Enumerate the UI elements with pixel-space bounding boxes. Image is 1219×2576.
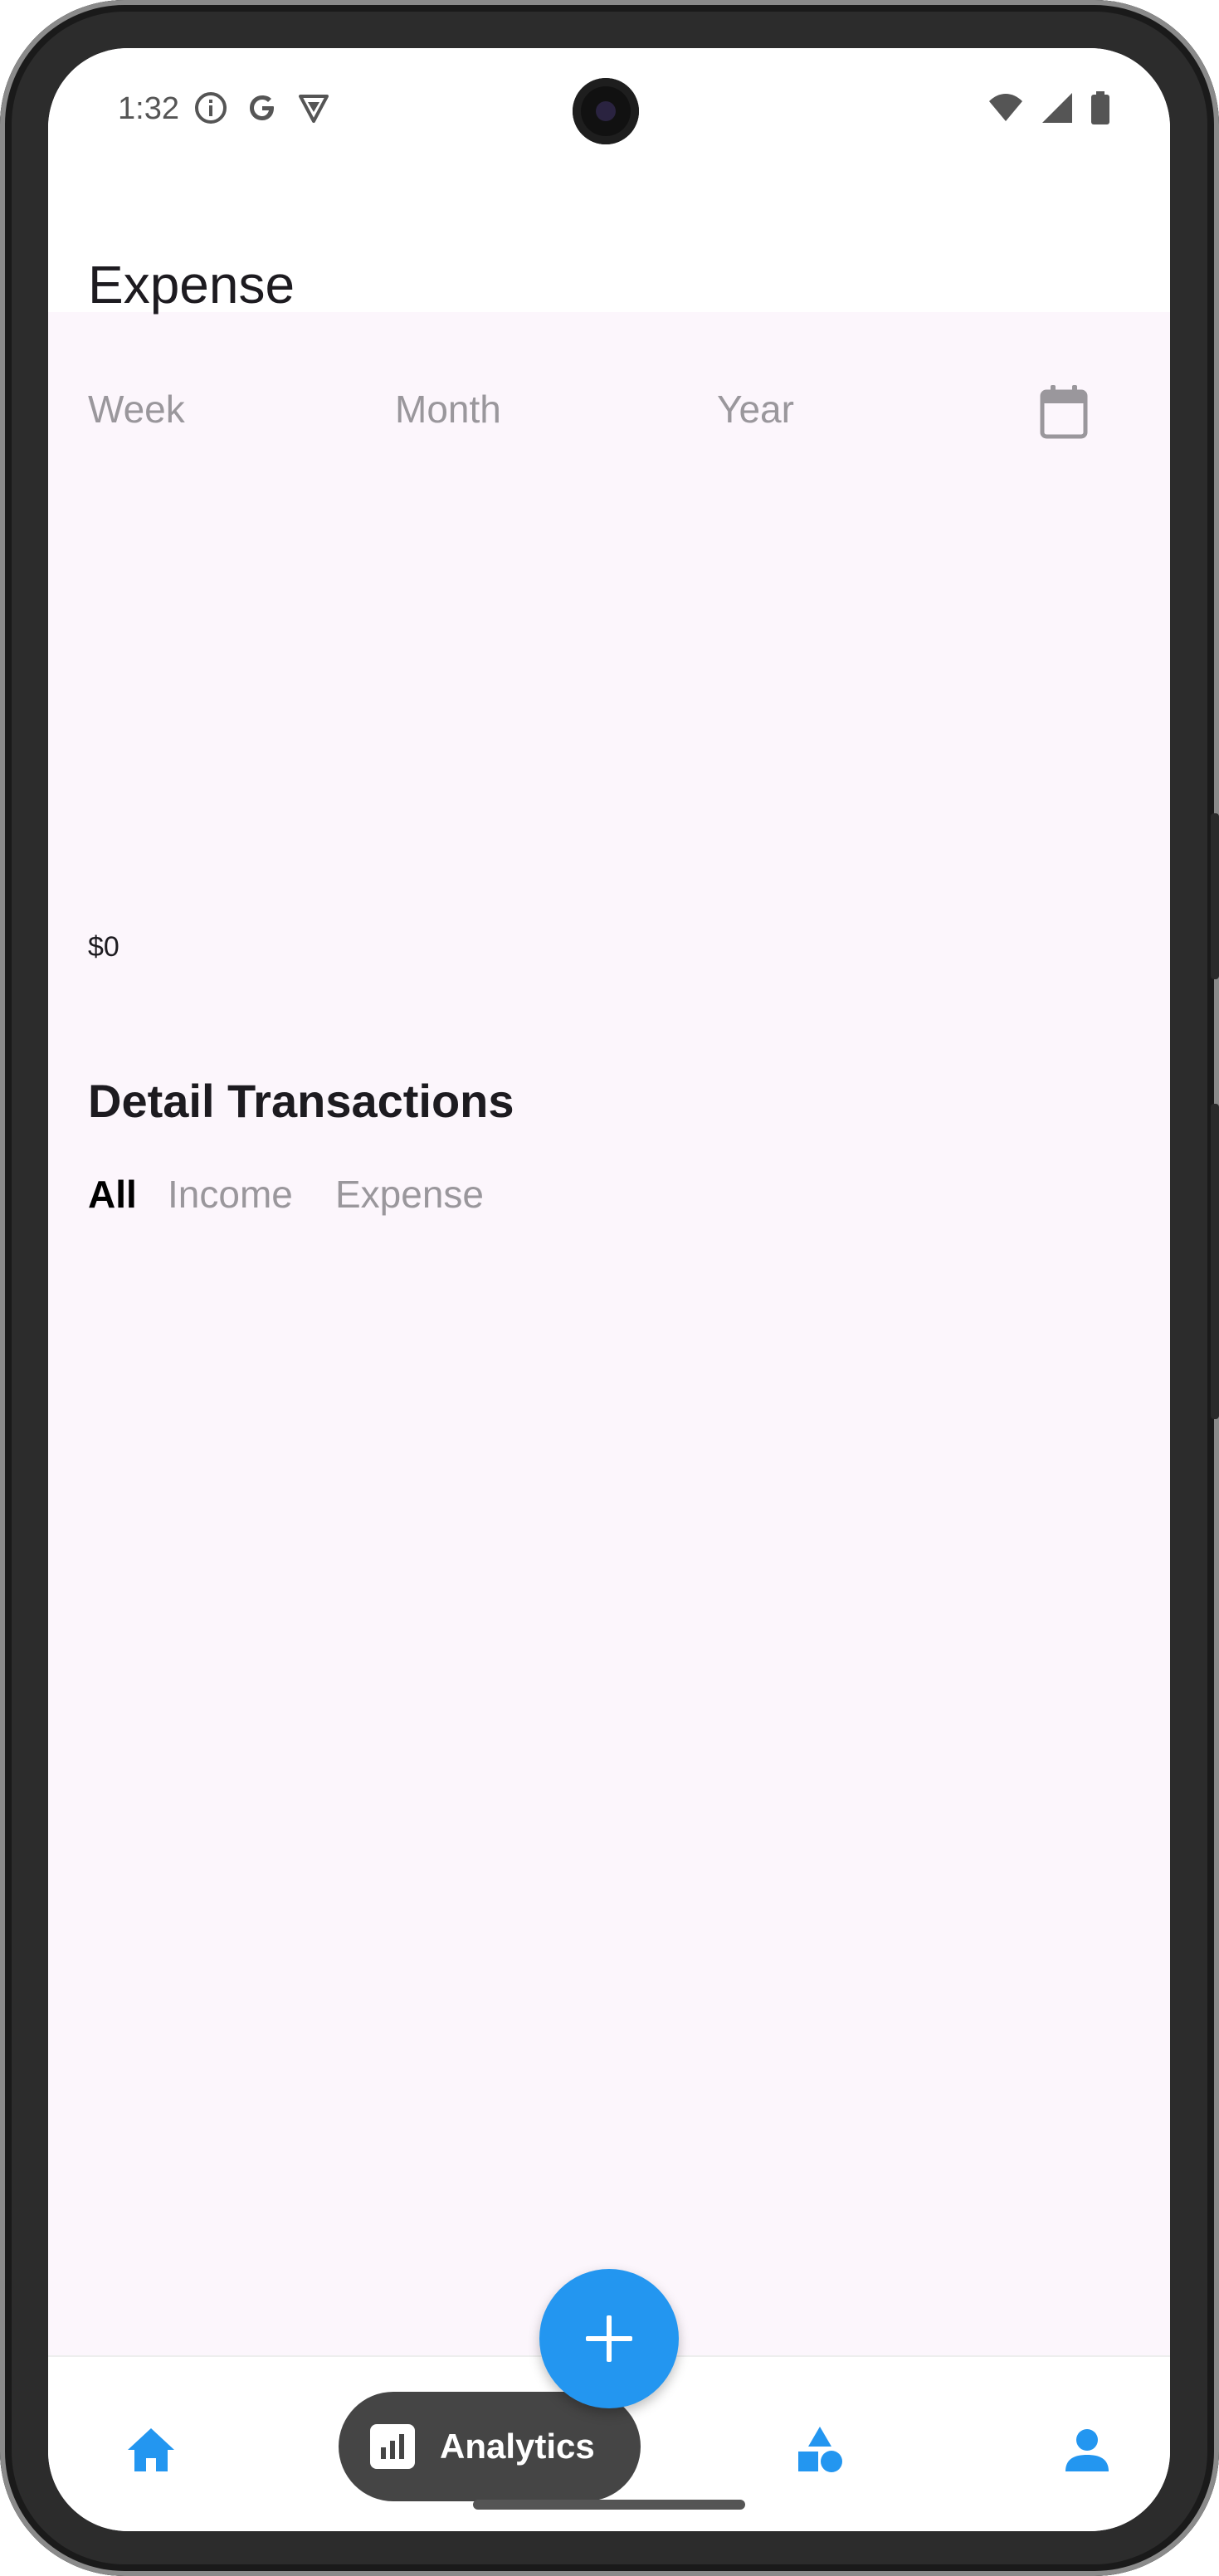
tab-month[interactable]: Month bbox=[395, 387, 501, 432]
add-transaction-button[interactable] bbox=[539, 2269, 679, 2408]
status-icons-right bbox=[987, 91, 1110, 124]
info-icon bbox=[195, 92, 227, 124]
phone-frame: 1:32 Expense Week Month Year $0 Detail T… bbox=[0, 0, 1219, 2576]
battery-icon bbox=[1091, 91, 1109, 124]
calendar-icon[interactable] bbox=[1037, 383, 1090, 440]
nav-analytics[interactable]: Analytics bbox=[339, 2392, 641, 2501]
section-title: Detail Transactions bbox=[88, 1075, 514, 1127]
analytics-icon bbox=[370, 2424, 415, 2469]
profile-icon[interactable] bbox=[1061, 2423, 1114, 2476]
filter-expense[interactable]: Expense bbox=[335, 1172, 484, 1217]
status-bar: 1:32 bbox=[48, 48, 1170, 164]
home-indicator bbox=[473, 2500, 745, 2510]
power-button bbox=[1211, 1104, 1219, 1419]
app-bar: Expense bbox=[48, 164, 1170, 315]
filter-all[interactable]: All bbox=[88, 1172, 137, 1217]
home-icon[interactable] bbox=[124, 2423, 178, 2476]
front-camera bbox=[573, 78, 639, 144]
tab-year[interactable]: Year bbox=[717, 387, 794, 432]
status-icons-left bbox=[194, 91, 330, 124]
filter-income[interactable]: Income bbox=[168, 1172, 293, 1217]
nav-analytics-label: Analytics bbox=[440, 2427, 595, 2466]
signal-icon bbox=[1042, 93, 1072, 123]
page-title: Expense bbox=[88, 255, 295, 315]
categories-icon[interactable] bbox=[793, 2423, 846, 2476]
add-icon bbox=[586, 2315, 632, 2362]
vpn-icon bbox=[299, 95, 329, 123]
status-time: 1:32 bbox=[118, 91, 179, 126]
tab-week[interactable]: Week bbox=[88, 387, 185, 432]
google-icon bbox=[250, 95, 274, 120]
screen: 1:32 Expense Week Month Year $0 Detail T… bbox=[48, 48, 1170, 2531]
wifi-icon bbox=[989, 94, 1022, 121]
volume-button bbox=[1211, 813, 1219, 979]
chart-axis-label: $0 bbox=[88, 931, 119, 963]
